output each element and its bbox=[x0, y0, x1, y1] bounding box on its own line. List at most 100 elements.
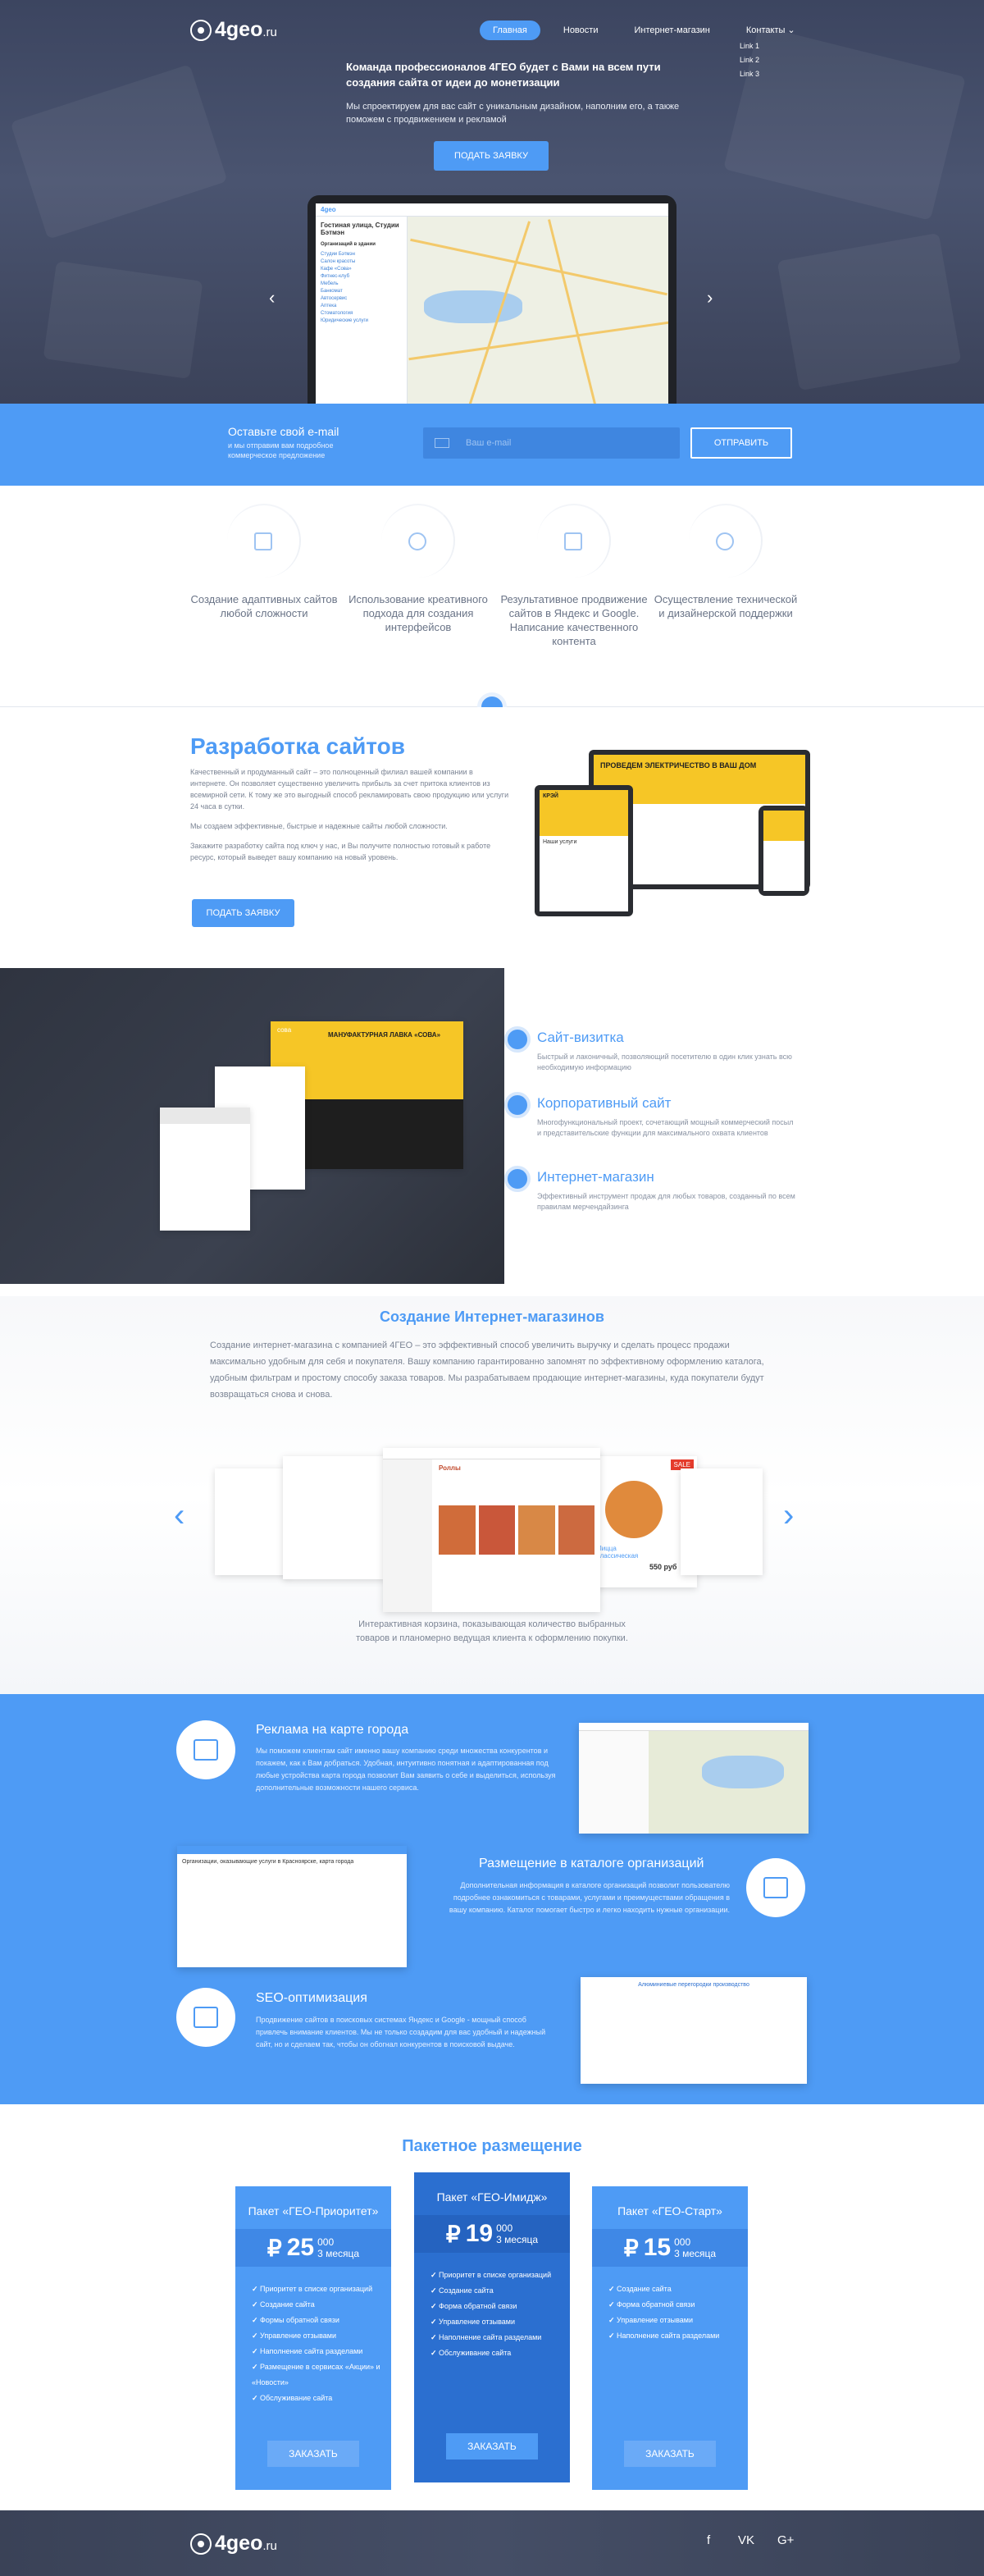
service-title: Сайт-визитка bbox=[537, 1030, 624, 1045]
nav-home[interactable]: Главная bbox=[480, 20, 540, 40]
screen-sidebar-header: Организаций в здании bbox=[321, 242, 376, 247]
catalog-category: Роллы bbox=[439, 1464, 461, 1472]
screen-org-item: Салон красоты bbox=[321, 259, 356, 264]
carousel-prev-icon[interactable]: ‹ bbox=[174, 1497, 184, 1534]
globe-icon bbox=[504, 1166, 531, 1192]
nav-contacts[interactable]: Контакты ⌄ bbox=[733, 20, 809, 40]
seo-shot-title: Алюминиевые перегородки производство bbox=[638, 1982, 749, 1988]
eshop-title: Создание Интернет-магазинов bbox=[380, 1309, 604, 1325]
catalog-shot-title: Организации, оказывающие услуги в Красно… bbox=[182, 1859, 354, 1865]
promo-title: Реклама на карте города bbox=[256, 1723, 409, 1737]
map-road bbox=[408, 321, 668, 361]
services-showcase: МАНУФАКТУРНАЯ ЛАВКА «СОВА» сова bbox=[0, 968, 504, 1284]
background-paper-decor bbox=[43, 261, 203, 379]
carousel-next-icon[interactable]: › bbox=[783, 1497, 794, 1534]
plan-feature: Форма обратной связи bbox=[608, 2297, 748, 2313]
main-nav: Главная Новости Интернет-магазин Контакт… bbox=[480, 20, 818, 40]
plan-price: ₽ 25 000 3 месяца bbox=[235, 2229, 391, 2267]
screen-topbar: 4geo bbox=[316, 203, 668, 217]
product-grid bbox=[439, 1505, 594, 1555]
feature-adaptive: Создание адаптивных сайтов любой сложнос… bbox=[190, 504, 338, 620]
screen-org-item: Фитнес-клуб bbox=[321, 274, 350, 279]
map-screenshot bbox=[579, 1723, 809, 1834]
screen-org-item: Автосервис bbox=[321, 296, 348, 301]
plan-feature: Наполнение сайта разделами bbox=[430, 2330, 570, 2345]
eshop-section: Создание Интернет-магазинов Создание инт… bbox=[0, 1296, 984, 1694]
hero-section: 4geo.ru Главная Новости Интернет-магазин… bbox=[0, 0, 984, 404]
eshop-caption: Интерактивная корзина, показывающая коли… bbox=[356, 1619, 628, 1643]
slider-next-icon[interactable]: › bbox=[707, 287, 713, 308]
pizza-price: 550 руб bbox=[649, 1563, 677, 1571]
plan-card-image: Пакет «ГЕО-Имидж» ₽ 19 0003 месяца Приор… bbox=[414, 2172, 570, 2482]
envelope-icon bbox=[435, 438, 449, 448]
background-laptop-decor bbox=[10, 64, 228, 240]
vk-icon[interactable]: VK bbox=[738, 2533, 754, 2547]
plan-price-value: 15 bbox=[643, 2234, 672, 2261]
feature-promotion: Результативное продвижение сайтов в Янде… bbox=[500, 504, 648, 648]
order-button[interactable]: ЗАКАЗАТЬ bbox=[267, 2441, 359, 2467]
dropdown-link-1[interactable]: Link 1 bbox=[740, 39, 759, 53]
service-desc: Многофункциональный проект, сочетающий м… bbox=[537, 1118, 794, 1137]
google-plus-icon[interactable]: G+ bbox=[777, 2533, 794, 2547]
service-desc: Быстрый и лаконичный, позволяющий посети… bbox=[537, 1053, 792, 1071]
plan-feature: Создание сайта bbox=[430, 2283, 570, 2299]
service-card-eshop: Интернет-магазин Эффективный инструмент … bbox=[504, 1166, 800, 1213]
dropdown-link-2[interactable]: Link 2 bbox=[740, 53, 759, 67]
nav-news[interactable]: Новости bbox=[550, 21, 612, 40]
nav-eshop[interactable]: Интернет-магазин bbox=[621, 21, 722, 40]
email-send-button[interactable]: ОТПРАВИТЬ bbox=[690, 427, 792, 459]
feature-text: Использование креативного подхода для со… bbox=[348, 593, 488, 633]
screen-logo: 4geo bbox=[321, 206, 336, 213]
hero-title: Команда профессионалов 4ГЕО будет с Вами… bbox=[346, 61, 661, 89]
eshop-card-right bbox=[681, 1468, 763, 1575]
order-button[interactable]: ЗАКАЗАТЬ bbox=[446, 2433, 538, 2460]
plan-feature: Создание сайта bbox=[252, 2297, 391, 2313]
plan-feature: Форма обратной связи bbox=[430, 2299, 570, 2314]
tablet-brand: КРЭЙ bbox=[540, 790, 628, 837]
feature-circle bbox=[537, 504, 611, 578]
service-desc: Эффективный инструмент продаж для любых … bbox=[537, 1192, 795, 1211]
pizza-title: Пицца классическая bbox=[597, 1545, 639, 1560]
site-screenshot-left bbox=[160, 1108, 250, 1231]
plan-period: 3 месяца bbox=[317, 2248, 360, 2259]
screen-org-item: Мебель bbox=[321, 281, 339, 286]
globe-icon bbox=[504, 1092, 531, 1118]
map-ad-icon bbox=[176, 1720, 235, 1779]
plan-name: Пакет «ГЕО-Старт» bbox=[617, 2204, 722, 2217]
plan-feature: Приоритет в списке организаций bbox=[252, 2281, 391, 2297]
slider-prev-icon[interactable]: ‹ bbox=[269, 287, 275, 308]
eshop-card-main: Роллы bbox=[383, 1448, 600, 1612]
ruble-icon: ₽ bbox=[445, 2221, 461, 2247]
header-logo[interactable]: 4geo.ru bbox=[190, 18, 277, 42]
email-input[interactable]: Ваш e-mail bbox=[423, 427, 680, 459]
facebook-icon[interactable]: f bbox=[707, 2533, 710, 2547]
product-tile[interactable] bbox=[518, 1505, 555, 1555]
hero-request-button[interactable]: ПОДАТЬ ЗАЯВКУ bbox=[434, 141, 549, 171]
tablet-mockup: КРЭЙ Наши услуги bbox=[535, 785, 633, 916]
plan-price-value: 25 bbox=[286, 2234, 315, 2261]
footer-logo[interactable]: 4geo.ru bbox=[190, 2532, 277, 2555]
eshop-card-cart-small bbox=[215, 1468, 290, 1575]
chevron-down-icon: ⌄ bbox=[787, 25, 795, 35]
order-button[interactable]: ЗАКАЗАТЬ bbox=[624, 2441, 716, 2467]
dropdown-link-3[interactable]: Link 3 bbox=[740, 67, 759, 81]
eshop-card-checkout bbox=[283, 1456, 385, 1579]
product-tile[interactable] bbox=[439, 1505, 476, 1555]
webdev-request-button[interactable]: ПОДАТЬ ЗАЯВКУ bbox=[192, 899, 294, 927]
webdev-text: Качественный и продуманный сайт – это по… bbox=[190, 766, 510, 863]
plan-period: 3 месяца bbox=[674, 2248, 717, 2259]
product-tile[interactable] bbox=[478, 1505, 515, 1555]
screen-sidebar: Гостиная улица, Студии Бэтмэн Организаци… bbox=[316, 217, 408, 404]
screen-org-item: Студии Бэтмэн bbox=[321, 252, 355, 257]
plan-feature: Наполнение сайта разделами bbox=[252, 2344, 391, 2359]
logo-name: 4geo bbox=[215, 18, 263, 41]
catalog-filter bbox=[383, 1459, 432, 1612]
email-subscribe-bar: Оставьте свой e-mail и мы отправим вам п… bbox=[0, 404, 984, 486]
promo-text: Дополнительная информация в каталоге орг… bbox=[449, 1881, 730, 1914]
plan-features: Приоритет в списке организаций Создание … bbox=[235, 2267, 391, 2406]
plan-features: Создание сайта Форма обратной связи Упра… bbox=[592, 2267, 748, 2344]
screen-sidebar-title: Гостиная улица, Студии Бэтмэн bbox=[321, 222, 399, 236]
background-notebook-decor bbox=[723, 25, 966, 221]
product-tile[interactable] bbox=[558, 1505, 594, 1555]
plan-feature: Наполнение сайта разделами bbox=[608, 2328, 748, 2344]
